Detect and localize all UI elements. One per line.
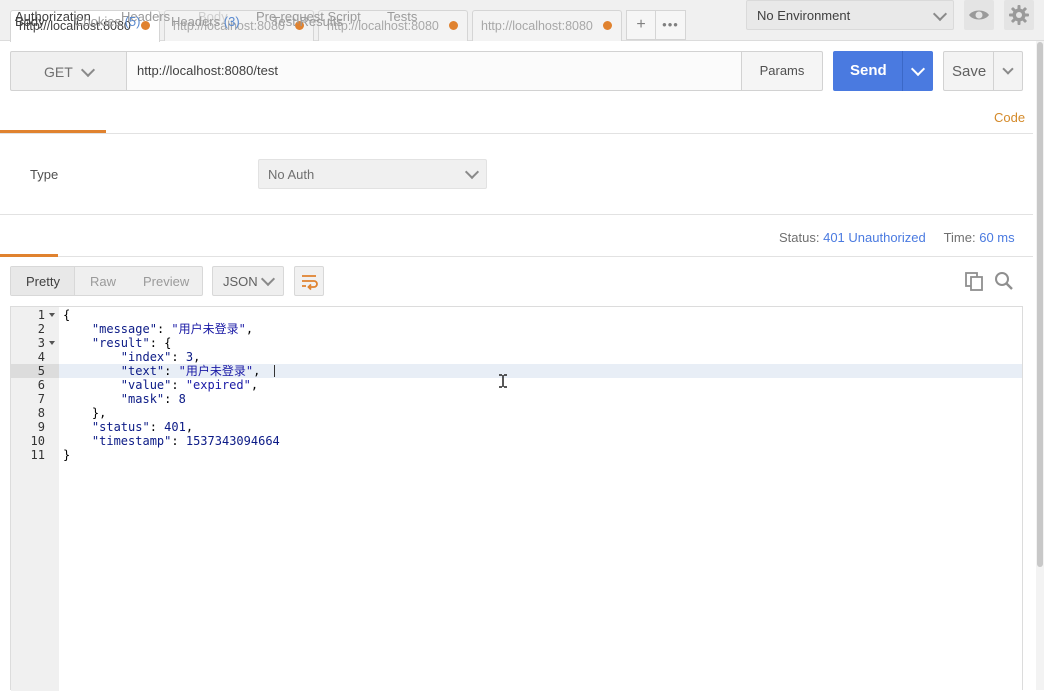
response-tab-label: Test Results bbox=[272, 14, 343, 29]
ellipsis-icon: ••• bbox=[662, 17, 679, 32]
copy-response-button[interactable] bbox=[963, 270, 985, 292]
environment-select-label: No Environment bbox=[757, 8, 851, 23]
line-number: 5 bbox=[37, 364, 45, 378]
text-caret bbox=[274, 365, 275, 377]
environment-quick-look-button[interactable] bbox=[964, 0, 994, 30]
code-line: "result": { bbox=[91, 336, 172, 350]
window-scrollbar-thumb[interactable] bbox=[1037, 42, 1043, 567]
view-raw-button[interactable]: Raw bbox=[90, 274, 116, 289]
url-input[interactable]: http://localhost:8080/test bbox=[126, 51, 742, 91]
line-number: 4 bbox=[37, 350, 45, 364]
line-number: 2 bbox=[37, 322, 45, 336]
ibeam-cursor-icon bbox=[498, 374, 508, 388]
code-link[interactable]: Code bbox=[994, 110, 1025, 125]
settings-button[interactable] bbox=[1004, 0, 1034, 30]
chevron-down-icon bbox=[260, 271, 276, 287]
response-body-editor[interactable]: 1 {2 "message": "用户未登录", 3 "result": { 4 "i… bbox=[10, 306, 1023, 691]
tab-tests[interactable]: Tests bbox=[387, 9, 417, 24]
response-tab-label: Headers bbox=[171, 14, 221, 29]
response-active-tab-indicator bbox=[0, 254, 58, 257]
url-value: http://localhost:8080/test bbox=[137, 63, 278, 78]
code-line: { bbox=[63, 308, 71, 322]
request-section-tabs bbox=[0, 99, 1033, 134]
search-icon bbox=[995, 272, 1013, 290]
method-label: GET bbox=[44, 64, 73, 80]
line-number: 6 bbox=[37, 378, 45, 392]
view-pretty-button[interactable]: Pretty bbox=[26, 274, 60, 289]
send-split-divider bbox=[902, 51, 903, 91]
response-tab-headers[interactable]: Headers (3) bbox=[171, 14, 240, 29]
copy-icon bbox=[965, 272, 983, 291]
unsaved-dot-icon bbox=[603, 21, 612, 30]
response-tab-test-results[interactable]: Test Results bbox=[272, 14, 343, 29]
response-tab-body[interactable]: Body bbox=[15, 14, 45, 29]
eye-icon bbox=[969, 10, 989, 20]
auth-type-value: No Auth bbox=[268, 167, 315, 182]
authorization-panel bbox=[0, 134, 1033, 215]
wrap-lines-button[interactable] bbox=[294, 266, 324, 296]
fold-toggle-icon[interactable] bbox=[49, 313, 55, 317]
line-number: 11 bbox=[30, 448, 45, 462]
active-tab-indicator bbox=[0, 130, 106, 133]
line-number: 9 bbox=[37, 420, 45, 434]
unsaved-dot-icon bbox=[449, 21, 458, 30]
send-label: Send bbox=[850, 62, 887, 79]
more-tabs-button[interactable]: ••• bbox=[655, 10, 686, 40]
format-select[interactable]: JSON bbox=[212, 266, 284, 296]
cookie-count: (5) bbox=[124, 14, 141, 29]
view-mode-group: Pretty Raw Preview bbox=[10, 266, 203, 296]
line-number: 10 bbox=[30, 434, 45, 448]
save-split-divider bbox=[993, 52, 994, 90]
line-number: 1 bbox=[37, 308, 45, 322]
line-number: 8 bbox=[37, 406, 45, 420]
time-value[interactable]: 60 ms bbox=[979, 230, 1014, 245]
chevron-down-icon[interactable] bbox=[1002, 63, 1014, 75]
header-count: (3) bbox=[223, 14, 240, 29]
format-value: JSON bbox=[223, 274, 258, 289]
code-line: "text": "用户未登录", bbox=[120, 364, 261, 378]
line-number: 7 bbox=[37, 392, 45, 406]
response-meta: Status: 401 Unauthorized Time: 60 ms bbox=[779, 230, 1015, 245]
time-label: Time: bbox=[943, 230, 976, 245]
save-button[interactable]: Save bbox=[943, 51, 1023, 91]
params-button[interactable]: Params bbox=[741, 51, 823, 91]
gear-icon bbox=[1009, 5, 1029, 25]
code-line: "index": 3, bbox=[120, 350, 201, 364]
code-line: "message": "用户未登录", bbox=[91, 322, 254, 336]
view-preview-button[interactable]: Preview bbox=[143, 274, 189, 289]
response-tab-label: Cookies bbox=[74, 14, 121, 29]
method-select[interactable]: GET bbox=[10, 51, 127, 91]
code-line: "status": 401, bbox=[91, 420, 194, 434]
response-tab-cookies[interactable]: Cookies (5) bbox=[74, 14, 140, 29]
search-response-button[interactable] bbox=[993, 270, 1015, 292]
new-tab-button[interactable]: + bbox=[626, 10, 656, 40]
auth-type-select[interactable]: No Auth bbox=[258, 159, 487, 189]
chevron-down-icon[interactable] bbox=[910, 61, 926, 77]
save-label: Save bbox=[952, 63, 987, 80]
code-line: }, bbox=[63, 406, 107, 420]
plus-icon: + bbox=[636, 16, 646, 33]
chevron-down-icon bbox=[464, 164, 480, 180]
send-button[interactable]: Send bbox=[833, 51, 933, 91]
code-line: } bbox=[63, 448, 71, 462]
response-tab-label: Body bbox=[15, 14, 45, 29]
status-value[interactable]: 401 Unauthorized bbox=[823, 230, 926, 245]
line-number: 3 bbox=[37, 336, 45, 350]
code-line: "mask": 8 bbox=[120, 392, 186, 406]
fold-toggle-icon[interactable] bbox=[49, 341, 55, 345]
wrap-icon bbox=[302, 275, 318, 291]
request-tab-label: http://localhost:8080/test bbox=[481, 19, 593, 33]
chevron-down-icon bbox=[80, 62, 96, 78]
environment-select[interactable]: No Environment bbox=[746, 0, 954, 30]
code-line: "timestamp": 1537343094664 bbox=[91, 434, 280, 448]
auth-type-label: Type bbox=[30, 167, 59, 182]
code-line: "value": "expired", bbox=[120, 378, 259, 392]
request-tab-4[interactable]: http://localhost:8080/test bbox=[472, 10, 622, 41]
status-label: Status: bbox=[779, 230, 820, 245]
chevron-down-icon bbox=[932, 6, 948, 22]
